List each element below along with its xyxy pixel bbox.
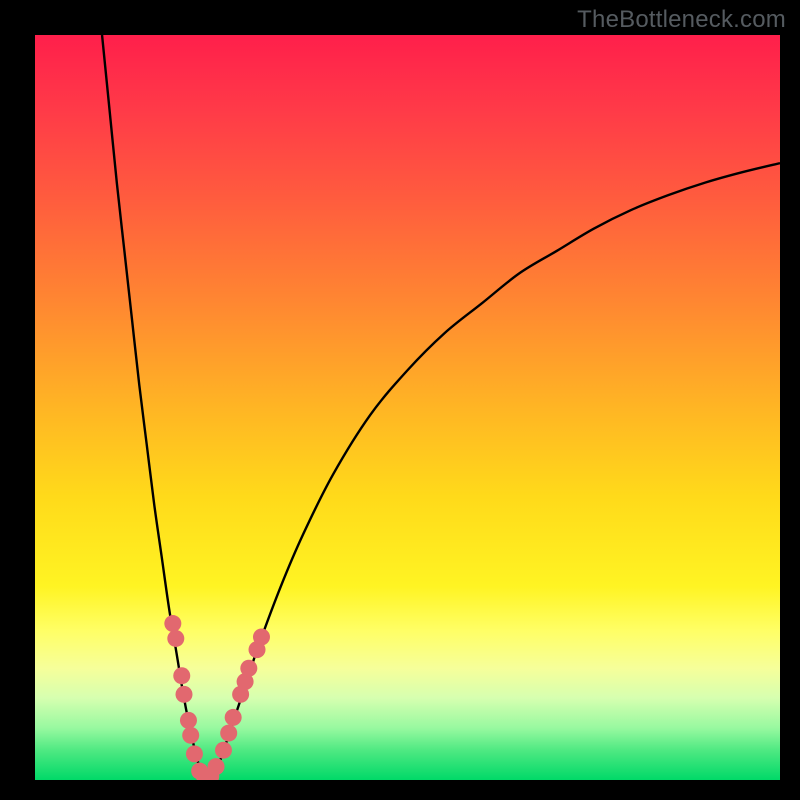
data-marker	[180, 712, 197, 729]
bottleneck-curve	[102, 35, 780, 780]
data-marker	[182, 727, 199, 744]
data-marker	[186, 745, 203, 762]
data-marker	[220, 725, 237, 742]
data-marker	[167, 630, 184, 647]
chart-frame: TheBottleneck.com	[0, 0, 800, 800]
data-marker	[164, 615, 181, 632]
data-marker	[176, 686, 193, 703]
plot-area	[35, 35, 780, 780]
attribution-text: TheBottleneck.com	[577, 6, 786, 34]
curve-layer	[35, 35, 780, 780]
data-marker	[215, 742, 232, 759]
data-marker	[208, 758, 225, 775]
marker-group	[164, 615, 270, 780]
data-marker	[253, 628, 270, 645]
data-marker	[173, 667, 190, 684]
data-marker	[240, 660, 257, 677]
data-marker	[225, 709, 242, 726]
